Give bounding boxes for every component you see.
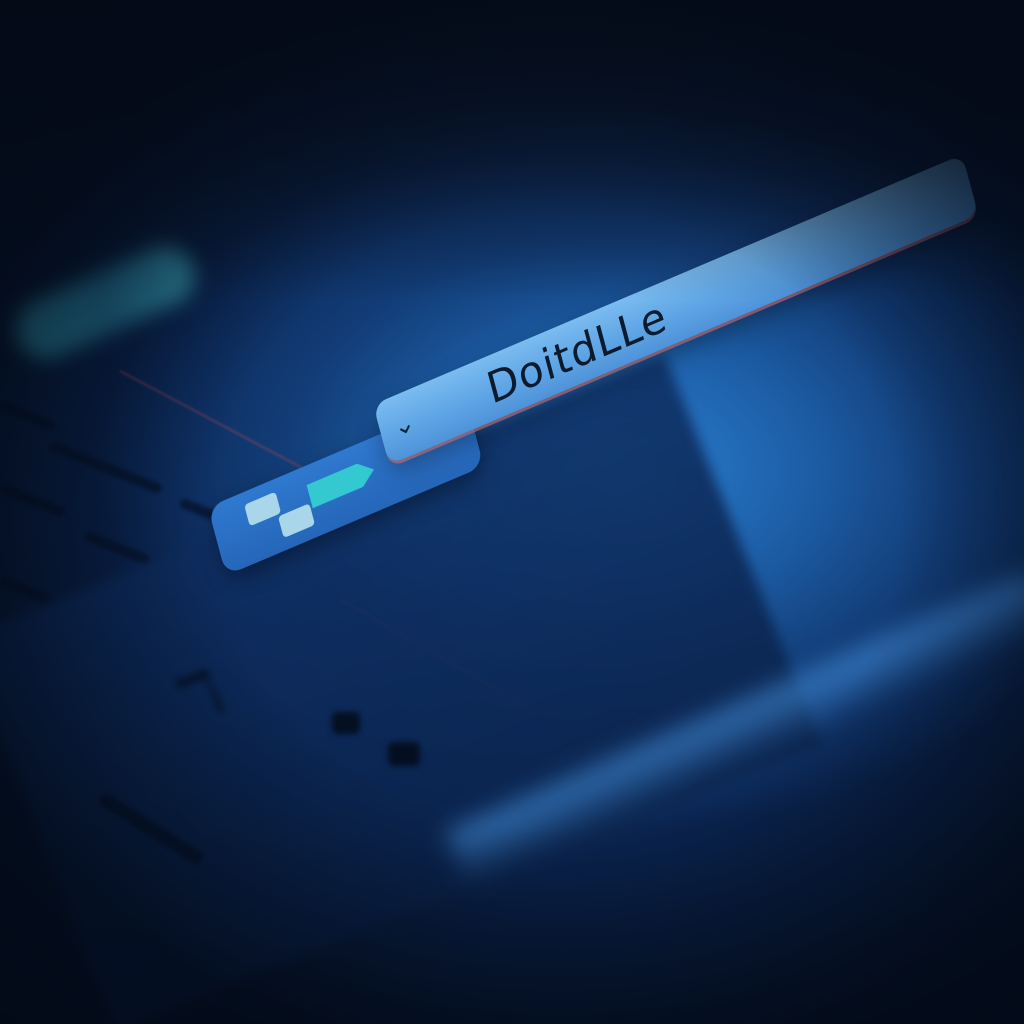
status-dot-icon — [388, 742, 420, 766]
ui-plane: ℸ ⌄ DoitdLLe — [0, 0, 1024, 1024]
faded-text-row — [48, 440, 164, 495]
status-dot-icon — [332, 712, 360, 734]
blurred-toggle-pill[interactable] — [6, 235, 204, 369]
faded-text-row — [83, 530, 152, 566]
faded-text-row — [0, 482, 67, 518]
screen: ℸ ⌄ DoitdLLe — [0, 0, 1024, 1024]
faded-text-row — [0, 400, 58, 433]
faded-text-row — [0, 575, 53, 606]
address-bar-text: DoitdLLe — [481, 290, 672, 414]
